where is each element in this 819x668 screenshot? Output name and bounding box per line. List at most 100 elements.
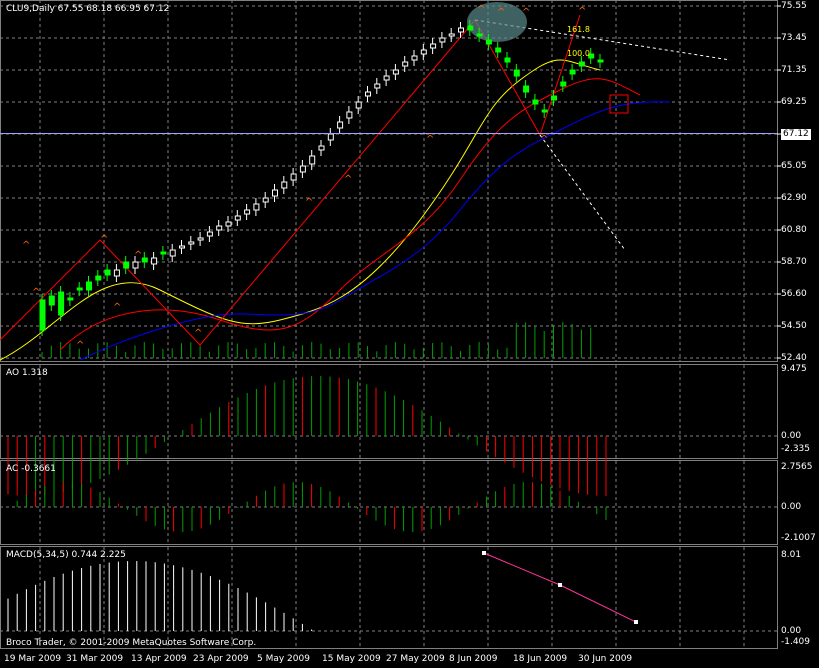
price-tick-label: 58.70 xyxy=(781,257,807,267)
candle-body xyxy=(95,275,102,281)
candle-body xyxy=(327,133,334,141)
fractal-marker: ^ xyxy=(32,287,40,298)
candle-body xyxy=(160,251,167,255)
price-tick-label: 65.05 xyxy=(781,161,807,171)
copyright-text: Broco Trader, © 2001-2009 MetaQuotes Sof… xyxy=(6,638,257,648)
fib-label-2: 100.0 xyxy=(567,49,590,58)
ao-tick-label: -2.335 xyxy=(781,444,811,454)
ao-tick-label: 9.475 xyxy=(781,364,807,374)
candle-body xyxy=(402,61,409,67)
time-tick-label: 15 May 2009 xyxy=(322,654,381,664)
time-tick-label: 8 Jun 2009 xyxy=(449,654,498,664)
candle-body xyxy=(253,203,260,211)
fractal-marker: ^ xyxy=(194,328,202,339)
candle-body xyxy=(104,269,111,276)
candle-body xyxy=(383,75,390,81)
price-tick-label: 69.25 xyxy=(781,97,807,107)
candle-body xyxy=(365,91,371,97)
fractal-marker: ^ xyxy=(522,7,530,18)
indicator-lines xyxy=(0,2,731,361)
symbol-title: CLU9,Daily 67.55 68.18 66.95 67.12 xyxy=(6,4,170,14)
candle-body xyxy=(346,111,353,119)
candle-body xyxy=(206,231,213,237)
candle-body xyxy=(551,95,557,101)
ma-fast-line xyxy=(0,59,601,361)
candle-body xyxy=(299,165,306,173)
zigzag-line xyxy=(0,19,476,346)
candle-body xyxy=(430,43,437,49)
candle-body xyxy=(420,49,427,55)
price-tick-label: 54.50 xyxy=(781,321,807,331)
candle-body xyxy=(58,291,65,316)
ac-tick-label: -2.1007 xyxy=(781,533,816,543)
candle-body xyxy=(337,121,344,129)
macd-tick-label: 0.00 xyxy=(781,626,802,636)
candle-body xyxy=(485,39,492,45)
price-tick-label: 62.90 xyxy=(781,193,807,203)
candle-body xyxy=(476,33,483,37)
candle-body xyxy=(448,33,455,37)
candle-body xyxy=(578,61,585,67)
macd-point xyxy=(634,620,638,624)
fractal-marker: ^ xyxy=(497,7,505,18)
ac-title: AC -0.3661 xyxy=(6,464,56,474)
price-tick-label: 56.60 xyxy=(781,289,807,299)
candle-body xyxy=(309,155,316,165)
candle-body xyxy=(169,249,176,257)
candle-body xyxy=(262,197,269,203)
candle-body xyxy=(281,181,288,189)
candle-body xyxy=(39,299,46,331)
trendline-2 xyxy=(539,134,626,251)
candle-body xyxy=(86,281,92,291)
candle-body xyxy=(141,257,148,263)
candle-body xyxy=(48,295,55,306)
price-tick-label: 75.55 xyxy=(781,1,807,11)
candle-body xyxy=(504,57,511,63)
candle-body xyxy=(597,59,604,63)
ao-title: AO 1.318 xyxy=(6,368,48,378)
price-tick-label: 52.40 xyxy=(781,353,807,363)
time-tick-label: 31 Mar 2009 xyxy=(66,654,124,664)
ac-tick-label: 0.00 xyxy=(781,502,802,512)
ao-tick-label: 0.00 xyxy=(781,431,802,441)
candle-body xyxy=(216,225,223,231)
chart-canvas[interactable]: ^ ^ ^ ^ ^ ^ ^ ^ ^ ^ ^ ^ ^ ^ ^ xyxy=(0,0,819,668)
macd-tick-label: -1.409 xyxy=(781,637,811,647)
time-tick-label: 19 Mar 2009 xyxy=(4,654,62,664)
time-tick-label: 27 May 2009 xyxy=(386,654,445,664)
candle-body xyxy=(225,221,232,227)
fib-label: 161.8 xyxy=(567,25,590,34)
macd-tick-label: 8.01 xyxy=(781,550,802,560)
ma-mid-line xyxy=(59,78,641,351)
fractal-marker: ^ xyxy=(305,197,313,208)
fractal-marker: ^ xyxy=(477,4,485,15)
candle-body xyxy=(411,55,418,61)
price-candles xyxy=(39,20,604,336)
candle-body xyxy=(318,145,325,151)
price-tick-label: 67.12 xyxy=(781,129,811,140)
candle-body xyxy=(560,81,567,87)
time-tick-label: 5 May 2009 xyxy=(257,654,310,664)
candle-body xyxy=(439,37,446,43)
candle-body xyxy=(188,241,195,245)
macd-trendline xyxy=(483,552,637,623)
candle-body xyxy=(234,215,241,221)
candle-body xyxy=(569,69,576,75)
candle-body xyxy=(244,209,251,215)
time-tick-label: 23 Apr 2009 xyxy=(193,654,249,664)
candle-body xyxy=(513,69,520,77)
fractal-marker: ^ xyxy=(100,234,108,245)
time-tick-label: 18 Jun 2009 xyxy=(513,654,568,664)
macd-title: MACD(5,34,5) 0.744 2.225 xyxy=(6,550,126,560)
fractal-markers: ^ ^ ^ ^ ^ ^ ^ ^ ^ ^ ^ ^ ^ ^ ^ xyxy=(22,4,586,351)
fractal-marker: ^ xyxy=(540,134,548,145)
fractal-marker: ^ xyxy=(113,302,121,313)
macd-point xyxy=(482,551,486,555)
price-tick-label: 71.35 xyxy=(781,65,807,75)
candle-body xyxy=(532,99,539,105)
candle-body xyxy=(355,101,362,109)
macd-histogram xyxy=(7,551,638,631)
fractal-marker: ^ xyxy=(134,250,142,261)
ac-tick-label: 2.7565 xyxy=(781,462,813,472)
candle-body xyxy=(541,109,548,113)
